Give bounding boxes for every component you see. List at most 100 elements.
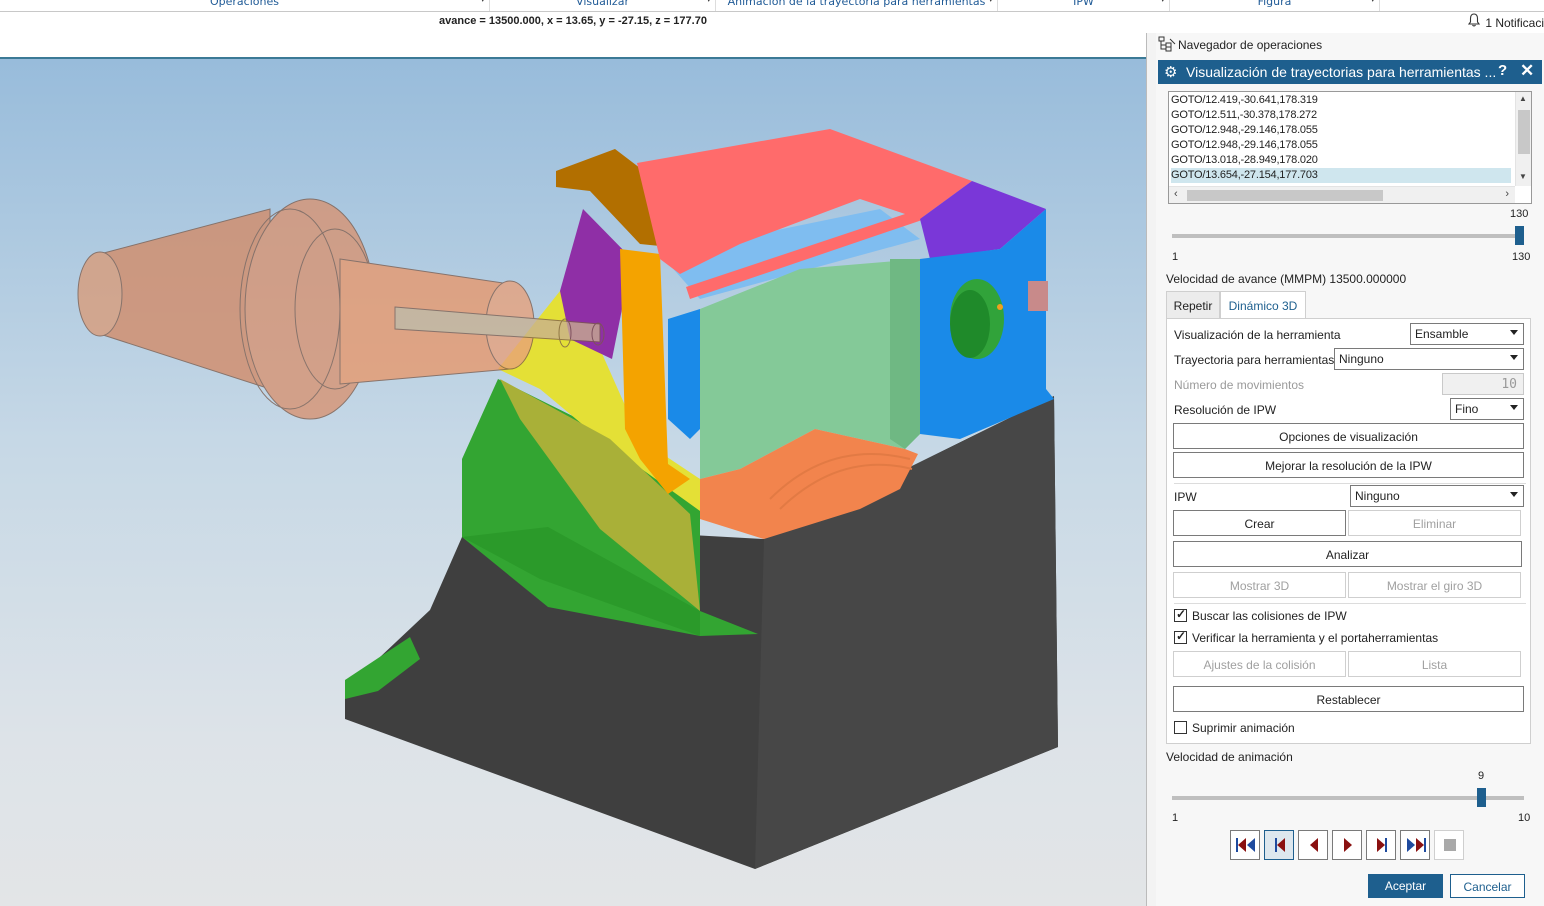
tab-repetir[interactable]: Repetir	[1166, 291, 1220, 319]
check-tool-holder[interactable]: ✓ Verificar la herramienta y el portaherr…	[1174, 629, 1438, 645]
select-value: Ninguno	[1355, 489, 1400, 503]
tool-assembly	[77, 198, 605, 420]
create-button[interactable]: Crear	[1173, 510, 1346, 536]
motion-slider[interactable]	[1172, 226, 1524, 245]
panel-splitter[interactable]	[1146, 33, 1156, 906]
check-icon: ✓	[1176, 607, 1187, 621]
select-value: Fino	[1455, 402, 1479, 416]
analyze-button[interactable]: Analizar	[1173, 541, 1522, 567]
chevron-down-icon: ▾	[988, 0, 993, 5]
animation-speed-knob[interactable]	[1477, 788, 1487, 807]
dialog-title: Visualización de trayectorias para herra…	[1186, 64, 1497, 80]
tool-display-select[interactable]: Ensamble	[1410, 323, 1524, 345]
tab-strip: Repetir Dinámico 3D	[1166, 291, 1532, 319]
list-item[interactable]: GOTO/13.018,-28.949,178.020	[1171, 153, 1511, 168]
toolpath-select[interactable]: Ninguno	[1334, 348, 1524, 370]
ribbon-group-operaciones[interactable]: Operaciones ▾	[0, 0, 490, 11]
coordinates-readout: avance = 13500.000, x = 13.65, y = -27.1…	[439, 15, 707, 27]
list-horizontal-scrollbar[interactable]: ‹ ›	[1169, 186, 1515, 203]
chevron-down-icon	[1510, 492, 1518, 497]
step-back-icon	[1310, 838, 1318, 852]
ribbon-group-ipw[interactable]: IPW ▾	[998, 0, 1170, 11]
check-ipw-collisions[interactable]: ✓ Buscar las colisiones de IPW	[1174, 607, 1347, 623]
chevron-down-icon: ▾	[1160, 0, 1165, 5]
suppress-animation-checkbox[interactable]: Suprimir animación	[1174, 721, 1295, 735]
dynamic-3d-tab-content: Visualización de la herramienta Ensamble…	[1166, 318, 1531, 744]
scroll-thumb[interactable]	[1187, 190, 1383, 201]
close-icon[interactable]: ✕	[1520, 61, 1534, 81]
checkbox[interactable]: ✓	[1174, 607, 1187, 622]
animation-speed-slider[interactable]	[1172, 788, 1524, 807]
chevron-down-icon	[1510, 405, 1518, 410]
animation-slider-max: 10	[1518, 812, 1531, 824]
operation-navigator-header[interactable]: Navegador de operaciones	[1156, 33, 1544, 57]
show-3d-button[interactable]: Mostrar 3D	[1173, 572, 1346, 598]
ipw-resolution-select[interactable]: Fino	[1450, 398, 1524, 420]
accept-button[interactable]: Aceptar	[1368, 874, 1443, 898]
operation-panel: Navegador de operaciones ⚙ Visualización…	[1156, 33, 1544, 906]
list-button[interactable]: Lista	[1348, 651, 1521, 677]
delete-button[interactable]: Eliminar	[1348, 510, 1521, 536]
list-vertical-scrollbar[interactable]: ▲ ▼	[1515, 92, 1531, 186]
tab-dinamico-3d[interactable]: Dinámico 3D	[1220, 291, 1306, 319]
play-button[interactable]	[1332, 830, 1362, 860]
select-value: Ninguno	[1339, 352, 1384, 366]
scroll-left-icon[interactable]: ‹	[1174, 188, 1178, 200]
notifications-label: 1 Notificaci	[1485, 16, 1544, 30]
notifications-indicator[interactable]: 1 Notificaci	[1468, 13, 1544, 31]
step-back-button[interactable]	[1298, 830, 1328, 860]
chevron-down-icon	[1510, 355, 1518, 360]
motions-count-label: Número de movimientos	[1174, 378, 1305, 392]
checkbox[interactable]	[1174, 721, 1187, 734]
next-operation-icon	[1377, 838, 1387, 852]
part-3d-model	[77, 129, 1058, 869]
show-3d-spin-button[interactable]: Mostrar el giro 3D	[1348, 572, 1521, 598]
ribbon-group-label: Operaciones	[210, 0, 279, 8]
list-item[interactable]: GOTO/12.419,-30.641,178.319	[1171, 93, 1511, 108]
cancel-button[interactable]: Cancelar	[1450, 874, 1525, 898]
step-to-next-button[interactable]	[1366, 830, 1396, 860]
list-item[interactable]: GOTO/12.948,-29.146,178.055	[1171, 123, 1511, 138]
list-item[interactable]: GOTO/12.948,-29.146,178.055	[1171, 138, 1511, 153]
display-options-button[interactable]: Opciones de visualización	[1173, 423, 1524, 449]
motion-slider-value: 130	[1510, 208, 1529, 220]
scroll-up-icon[interactable]: ▲	[1519, 94, 1527, 103]
toolpath-label: Trayectoria para herramientas	[1174, 353, 1335, 367]
bell-icon	[1468, 13, 1481, 30]
checkbox-label: Suprimir animación	[1192, 721, 1295, 735]
graphics-viewport[interactable]	[0, 57, 1146, 906]
scroll-down-icon[interactable]: ▼	[1519, 172, 1527, 181]
goto-listbox[interactable]: GOTO/12.419,-30.641,178.319 GOTO/12.511,…	[1168, 91, 1532, 204]
rewind-to-start-button[interactable]	[1230, 830, 1260, 860]
stop-button[interactable]	[1434, 830, 1464, 860]
animation-speed-value: 9	[1478, 770, 1485, 782]
gear-icon[interactable]: ⚙	[1164, 63, 1177, 81]
reset-button[interactable]: Restablecer	[1173, 686, 1524, 712]
check-icon: ✓	[1176, 629, 1187, 643]
ribbon-group-visualizar[interactable]: Visualizar ▾	[490, 0, 716, 11]
ribbon-group-animacion[interactable]: Animación de la trayectoria para herrami…	[716, 0, 998, 11]
rewind-start-icon	[1236, 838, 1255, 852]
help-icon[interactable]: ?	[1498, 62, 1507, 79]
chevron-down-icon: ▾	[480, 0, 485, 5]
animation-slider-min: 1	[1172, 812, 1179, 824]
ribbon-group-figura[interactable]: Figura ▾	[1170, 0, 1380, 11]
checkbox[interactable]: ✓	[1174, 629, 1187, 644]
scroll-right-icon[interactable]: ›	[1505, 188, 1509, 200]
scroll-thumb[interactable]	[1518, 110, 1530, 154]
ipw-label: IPW	[1174, 490, 1197, 504]
improve-ipw-button[interactable]: Mejorar la resolución de la IPW	[1173, 452, 1524, 478]
feed-rate-label: Velocidad de avance (MMPM) 13500.000000	[1166, 272, 1407, 286]
play-icon	[1344, 838, 1352, 852]
select-value: Ensamble	[1415, 327, 1469, 341]
list-item[interactable]: GOTO/12.511,-30.378,178.272	[1171, 108, 1511, 123]
list-item-selected[interactable]: GOTO/13.654,-27.154,177.703	[1171, 168, 1511, 183]
divider	[1174, 483, 1526, 484]
ipw-select[interactable]: Ninguno	[1350, 485, 1524, 507]
ribbon-group-label: Animación de la trayectoria para herrami…	[727, 0, 986, 8]
motion-slider-max: 130	[1512, 251, 1531, 263]
collision-settings-button[interactable]: Ajustes de la colisión	[1173, 651, 1346, 677]
motion-slider-knob[interactable]	[1515, 226, 1524, 245]
step-to-previous-button[interactable]	[1264, 830, 1294, 860]
fast-forward-to-end-button[interactable]	[1400, 830, 1430, 860]
